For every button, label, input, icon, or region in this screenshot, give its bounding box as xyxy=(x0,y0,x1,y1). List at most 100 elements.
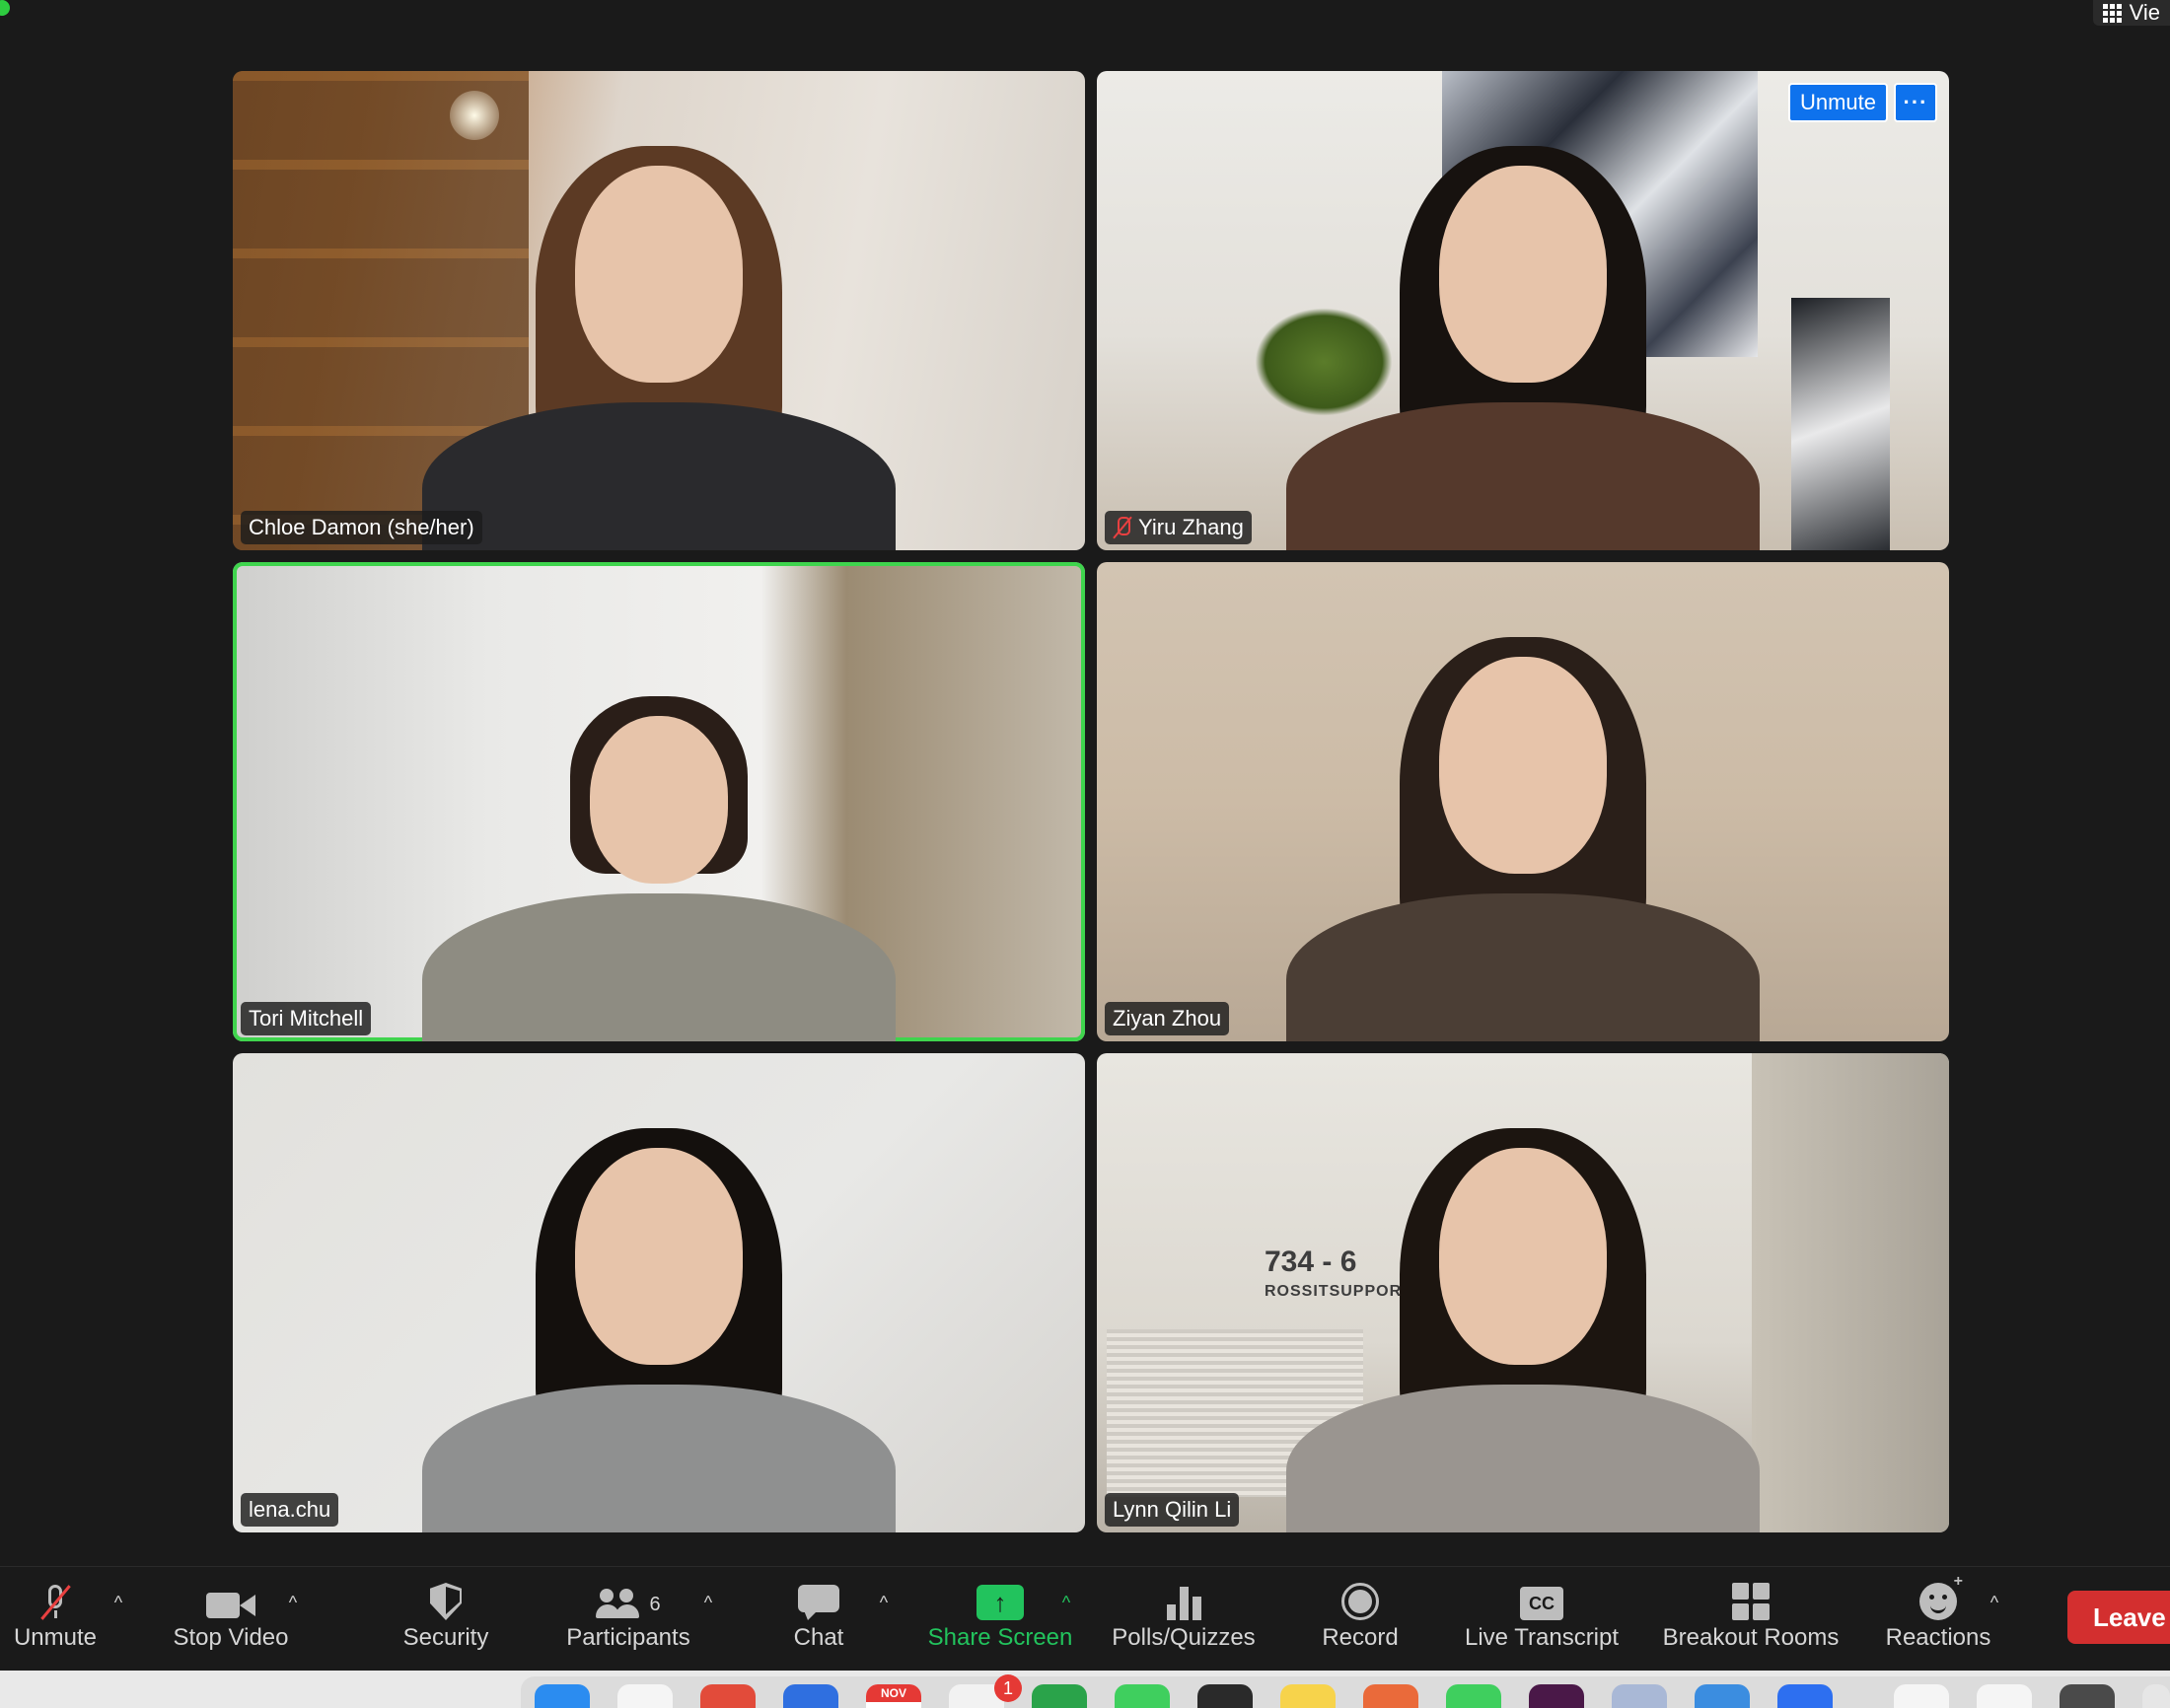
audio-options-chevron-icon[interactable]: ^ xyxy=(108,1593,128,1612)
record-button[interactable]: Record xyxy=(1316,1567,1405,1672)
live-transcript-button[interactable]: CC Live Transcript xyxy=(1458,1567,1626,1672)
chat-bubble-icon xyxy=(798,1585,839,1620)
participants-count: 6 xyxy=(649,1594,661,1615)
launchpad-app-icon[interactable] xyxy=(617,1684,673,1708)
window-thumbnail[interactable] xyxy=(2060,1684,2115,1708)
bar-chart-icon xyxy=(1166,1585,1201,1620)
participant-name-tag: Yiru Zhang xyxy=(1105,511,1252,544)
video-tile-tori-mitchell[interactable]: Tori Mitchell xyxy=(233,562,1085,1041)
share-screen-label: Share Screen xyxy=(927,1624,1073,1651)
stop-video-label: Stop Video xyxy=(173,1624,289,1651)
muted-mic-icon xyxy=(1113,516,1132,539)
reactions-options-chevron-icon[interactable]: ^ xyxy=(1985,1593,2004,1612)
participant-name-tag: Ziyan Zhou xyxy=(1105,1002,1230,1035)
breakout-rooms-label: Breakout Rooms xyxy=(1662,1624,1840,1651)
participant-video xyxy=(422,136,896,550)
mic-muted-icon xyxy=(40,1585,71,1620)
facetime-app-icon[interactable] xyxy=(1446,1684,1501,1708)
polls-quizzes-label: Polls/Quizzes xyxy=(1112,1624,1256,1651)
chat-label: Chat xyxy=(793,1624,844,1651)
participant-video xyxy=(1286,136,1760,550)
app-icon[interactable] xyxy=(1363,1684,1418,1708)
wall-art-background xyxy=(1791,298,1890,550)
calendar-app-icon[interactable]: NOV xyxy=(866,1684,921,1708)
trash-icon[interactable] xyxy=(2142,1684,2170,1708)
video-tile-lena-chu[interactable]: lena.chu xyxy=(233,1053,1085,1532)
participant-name-tag: Chloe Damon (she/her) xyxy=(241,511,482,544)
participant-name: Tori Mitchell xyxy=(249,1006,364,1031)
finder-app-icon[interactable] xyxy=(535,1684,590,1708)
participant-name-tag: Lynn Qilin Li xyxy=(1105,1493,1240,1527)
leave-button[interactable]: Leave xyxy=(2067,1591,2170,1644)
app-icon[interactable] xyxy=(1612,1684,1667,1708)
participants-button[interactable]: 6 Participants xyxy=(558,1567,698,1672)
video-tile-ziyan-zhou[interactable]: Ziyan Zhou xyxy=(1097,562,1949,1041)
unmute-button[interactable]: Unmute xyxy=(6,1567,105,1672)
view-button[interactable]: Vie xyxy=(2092,0,2170,26)
participants-options-chevron-icon[interactable]: ^ xyxy=(698,1593,718,1612)
macos-dock: NOV 1 xyxy=(0,1671,2170,1708)
shield-icon xyxy=(430,1583,462,1620)
document-thumbnail[interactable] xyxy=(1894,1684,1949,1708)
participant-video xyxy=(1286,627,1760,1041)
breakout-rooms-icon xyxy=(1732,1583,1770,1620)
notes-app-icon[interactable] xyxy=(1280,1684,1336,1708)
reactions-smiley-icon: + xyxy=(1919,1573,1963,1620)
document-thumbnail[interactable] xyxy=(1977,1684,2032,1708)
participant-name-tag: Tori Mitchell xyxy=(241,1002,372,1035)
ceiling-light xyxy=(450,91,499,140)
reactions-button[interactable]: + Reactions xyxy=(1880,1567,1996,1672)
participant-name: Ziyan Zhou xyxy=(1113,1006,1222,1031)
video-camera-icon xyxy=(206,1591,255,1620)
gallery-grid: Chloe Damon (she/her) Unmute ··· Yiru Zh… xyxy=(233,71,1949,1532)
record-label: Record xyxy=(1322,1624,1399,1651)
record-icon xyxy=(1341,1583,1379,1620)
app-icon[interactable] xyxy=(1032,1684,1087,1708)
chat-options-chevron-icon[interactable]: ^ xyxy=(874,1593,894,1612)
share-screen-button[interactable]: ↑ Share Screen xyxy=(923,1567,1077,1672)
security-label: Security xyxy=(402,1624,489,1651)
unmute-label: Unmute xyxy=(13,1624,98,1651)
meeting-window: Vie Chloe Damon (she/her) Unmute ··· Yir… xyxy=(0,0,2170,1566)
closed-caption-icon: CC xyxy=(1520,1587,1563,1620)
view-button-label: Vie xyxy=(2129,0,2160,25)
mail-app-icon[interactable] xyxy=(783,1684,838,1708)
live-transcript-label: Live Transcript xyxy=(1464,1624,1620,1651)
participant-video xyxy=(422,1118,896,1532)
app-icon[interactable] xyxy=(1695,1684,1750,1708)
share-screen-arrow-icon: ↑ xyxy=(976,1585,1024,1620)
participant-name: Yiru Zhang xyxy=(1138,515,1244,539)
chat-button[interactable]: Chat xyxy=(779,1567,858,1672)
video-options-chevron-icon[interactable]: ^ xyxy=(283,1593,303,1612)
breakout-rooms-button[interactable]: Breakout Rooms xyxy=(1657,1567,1844,1672)
chrome-app-icon[interactable] xyxy=(700,1684,756,1708)
participant-name: Lynn Qilin Li xyxy=(1113,1497,1232,1522)
zoom-app-icon[interactable] xyxy=(1777,1684,1833,1708)
meeting-toolbar: Unmute ^ Stop Video ^ Security 6 Partici… xyxy=(0,1566,2170,1671)
participant-name: lena.chu xyxy=(249,1497,331,1522)
tile-controls: Unmute ··· xyxy=(1787,83,1937,122)
tile-unmute-button[interactable]: Unmute xyxy=(1787,83,1888,122)
participants-label: Participants xyxy=(566,1624,690,1651)
participant-name-tag: lena.chu xyxy=(241,1493,339,1527)
calendar-month: NOV xyxy=(866,1684,921,1702)
participant-video xyxy=(1286,1118,1760,1532)
grid-view-icon xyxy=(2102,3,2122,23)
tile-more-options-button[interactable]: ··· xyxy=(1894,83,1937,122)
participant-name: Chloe Damon (she/her) xyxy=(249,515,474,539)
slack-app-icon[interactable] xyxy=(1529,1684,1584,1708)
app-icon[interactable] xyxy=(1197,1684,1253,1708)
video-tile-chloe-damon[interactable]: Chloe Damon (she/her) xyxy=(233,71,1085,550)
polls-quizzes-button[interactable]: Polls/Quizzes xyxy=(1107,1567,1261,1672)
stop-video-button[interactable]: Stop Video xyxy=(164,1567,298,1672)
security-button[interactable]: Security xyxy=(395,1567,497,1672)
video-tile-yiru-zhang[interactable]: Unmute ··· Yiru Zhang xyxy=(1097,71,1949,550)
participants-icon xyxy=(596,1589,643,1620)
messages-app-icon[interactable] xyxy=(1115,1684,1170,1708)
reactions-label: Reactions xyxy=(1885,1624,1991,1651)
participant-video xyxy=(422,627,896,1041)
video-tile-lynn-qilin-li[interactable]: 734 - 6 ROSSITSUPPORT Lynn Qilin Li xyxy=(1097,1053,1949,1532)
notification-badge: 1 xyxy=(994,1674,1022,1702)
share-options-chevron-icon[interactable]: ^ xyxy=(1056,1593,1076,1612)
encryption-shield-icon[interactable] xyxy=(0,0,10,16)
